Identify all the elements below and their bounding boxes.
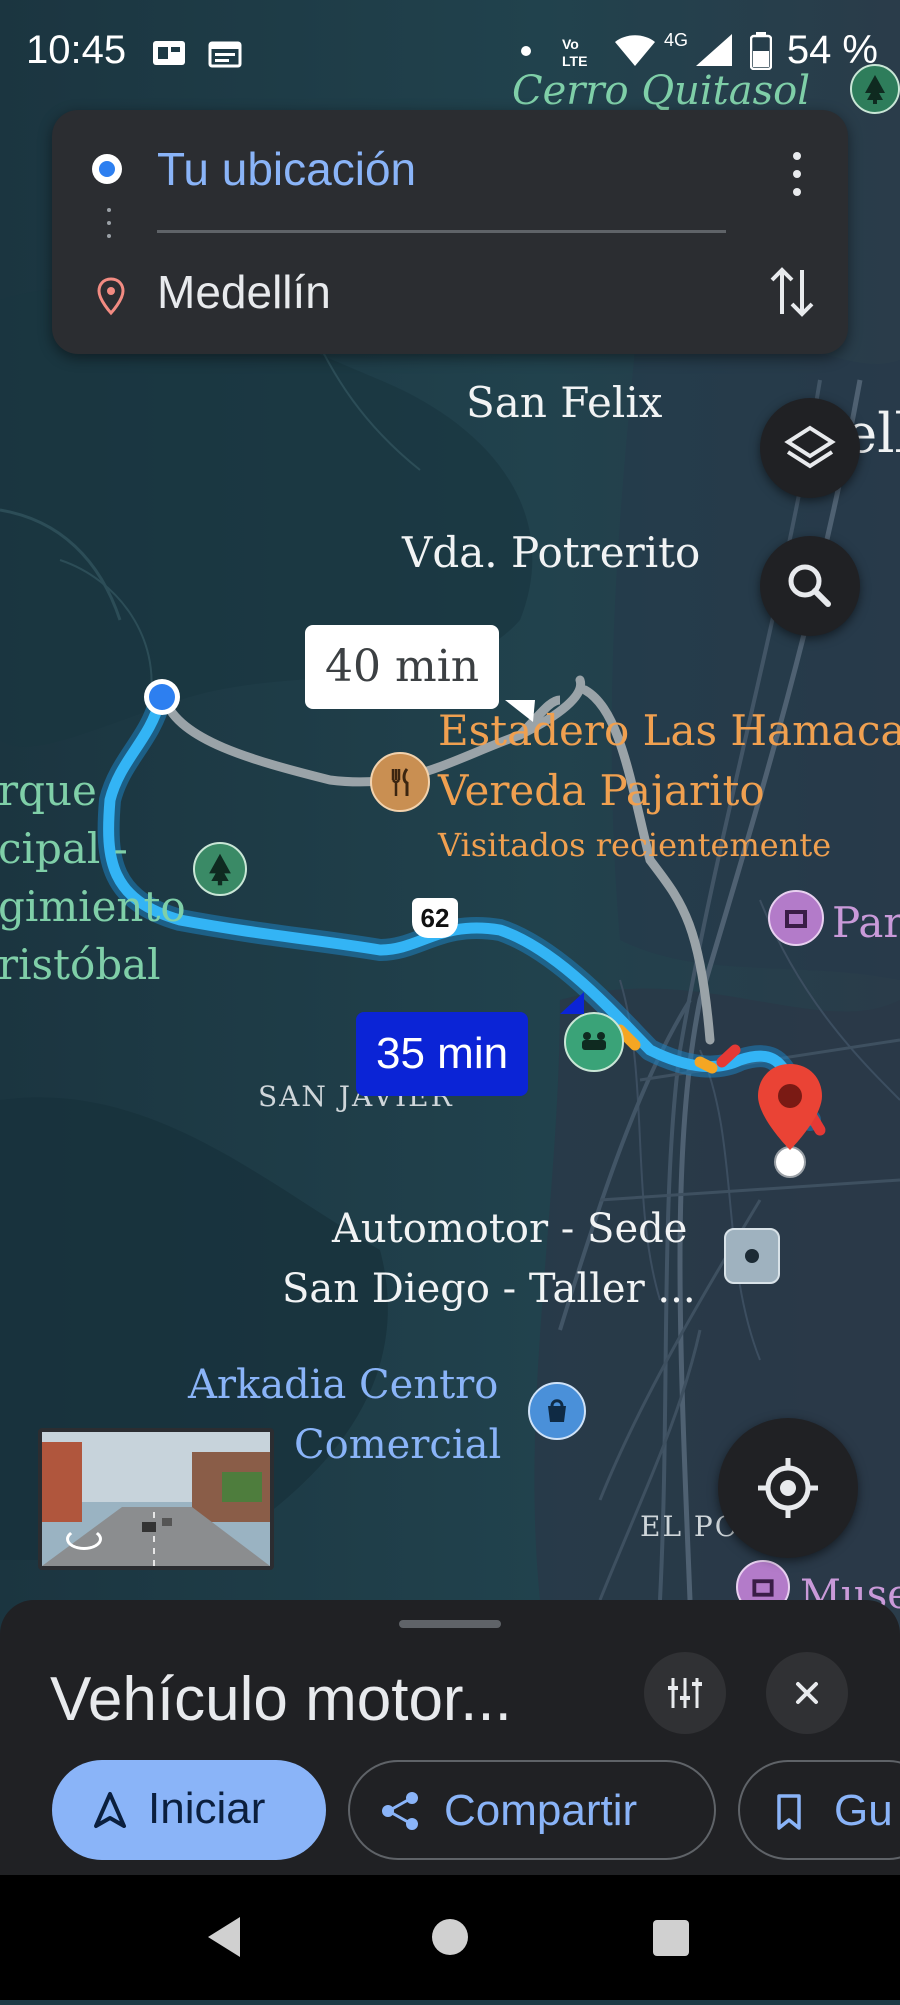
save-label: Gu [834,1786,893,1835]
alt-route-pointer [505,700,535,722]
map-label-parque-3: gimiento [0,882,186,931]
route-options-button[interactable] [644,1652,726,1734]
shopping-marker-icon[interactable] [528,1382,586,1440]
map-label-automotor-2: San Diego - Taller ... [282,1266,696,1312]
svg-text:LTE: LTE [562,53,587,69]
map-label-automotor-1: Automotor - Sede [332,1206,688,1252]
museum-marker-icon[interactable] [768,890,824,946]
sheet-drag-handle[interactable] [399,1620,501,1628]
notification-dot-icon [521,46,531,56]
search-icon [788,564,831,607]
map-label-parque-2: cipal - [0,824,128,873]
map-label-arkadia-2: Comercial [294,1422,502,1468]
connector-dots [107,208,111,238]
start-navigation-button[interactable]: Iniciar [52,1760,326,1860]
more-options-button[interactable] [782,150,812,200]
calendar-icon [208,41,242,68]
svg-text:Vo: Vo [562,36,579,52]
system-navigation-bar [0,1875,900,2000]
close-icon [796,1682,818,1704]
close-button[interactable] [766,1652,848,1734]
route-bottom-sheet: Vehículo motor... Iniciar Compartir Gu [0,1600,900,1875]
swap-direction-icon[interactable] [766,262,818,322]
field-divider [157,230,726,233]
bookmark-icon [777,1794,801,1830]
map-label-parque-4: ristóbal [0,940,161,989]
wifi-icon [615,35,655,66]
map-label-parque-1: rque [0,766,97,815]
destination-field[interactable]: Medellín [157,265,331,319]
home-icon[interactable] [430,1917,470,1957]
restaurant-marker-icon[interactable] [370,752,430,812]
share-button[interactable]: Compartir [348,1760,716,1860]
battery-percent: 54 % [786,28,878,72]
volte-icon: VoLTE [562,36,587,69]
save-button[interactable]: Gu [738,1760,900,1860]
share-icon [382,1792,418,1830]
origin-dot-icon [92,154,122,184]
destination-pin-outline-icon [97,277,125,316]
main-route-time[interactable]: 35 min [356,1012,529,1096]
start-label: Iniciar [148,1784,266,1833]
map-label-potrerito: Vda. Potrerito [402,528,701,577]
map-label-vereda: Vereda Pajarito [438,766,765,815]
travel-mode-title: Vehículo motor... [50,1665,512,1734]
place-marker-icon[interactable] [724,1228,780,1284]
my-location-icon [758,1458,818,1518]
origin-field[interactable]: Tu ubicación [157,142,416,196]
battery-icon [750,32,772,70]
rotate-360-icon [66,1528,102,1550]
status-bar: 10:45 Vo LTE 4G 54 % [0,0,900,100]
layers-button[interactable] [760,398,860,498]
share-label: Compartir [444,1786,638,1835]
navigation-arrow-icon [94,1792,126,1828]
search-along-route-button[interactable] [760,536,860,636]
signal-icon [696,34,732,66]
alt-route-time[interactable]: 40 min [305,625,500,709]
main-route-pointer [560,992,584,1014]
attraction-marker-icon[interactable] [564,1012,624,1072]
layers-icon [784,425,836,469]
map-label-visitados: Visitados recientemente [438,826,832,864]
map-label-parque-right: Par [832,898,900,947]
network-type: 4G [664,30,689,50]
back-icon[interactable] [204,1915,244,1959]
sim-icon [153,41,185,65]
destination-pin-icon[interactable] [752,1060,828,1182]
tune-icon [668,1678,702,1708]
tree-marker-icon[interactable] [193,842,247,896]
my-location-button[interactable] [718,1418,858,1558]
street-view-thumbnail[interactable] [38,1428,274,1570]
status-time: 10:45 [26,28,127,72]
directions-card: Tu ubicación Medellín [52,110,848,354]
map-label-arkadia-1: Arkadia Centro [188,1362,499,1408]
route-shield: 62 [412,898,458,938]
recents-icon[interactable] [652,1919,690,1957]
map-label-san-felix: San Felix [466,378,663,427]
